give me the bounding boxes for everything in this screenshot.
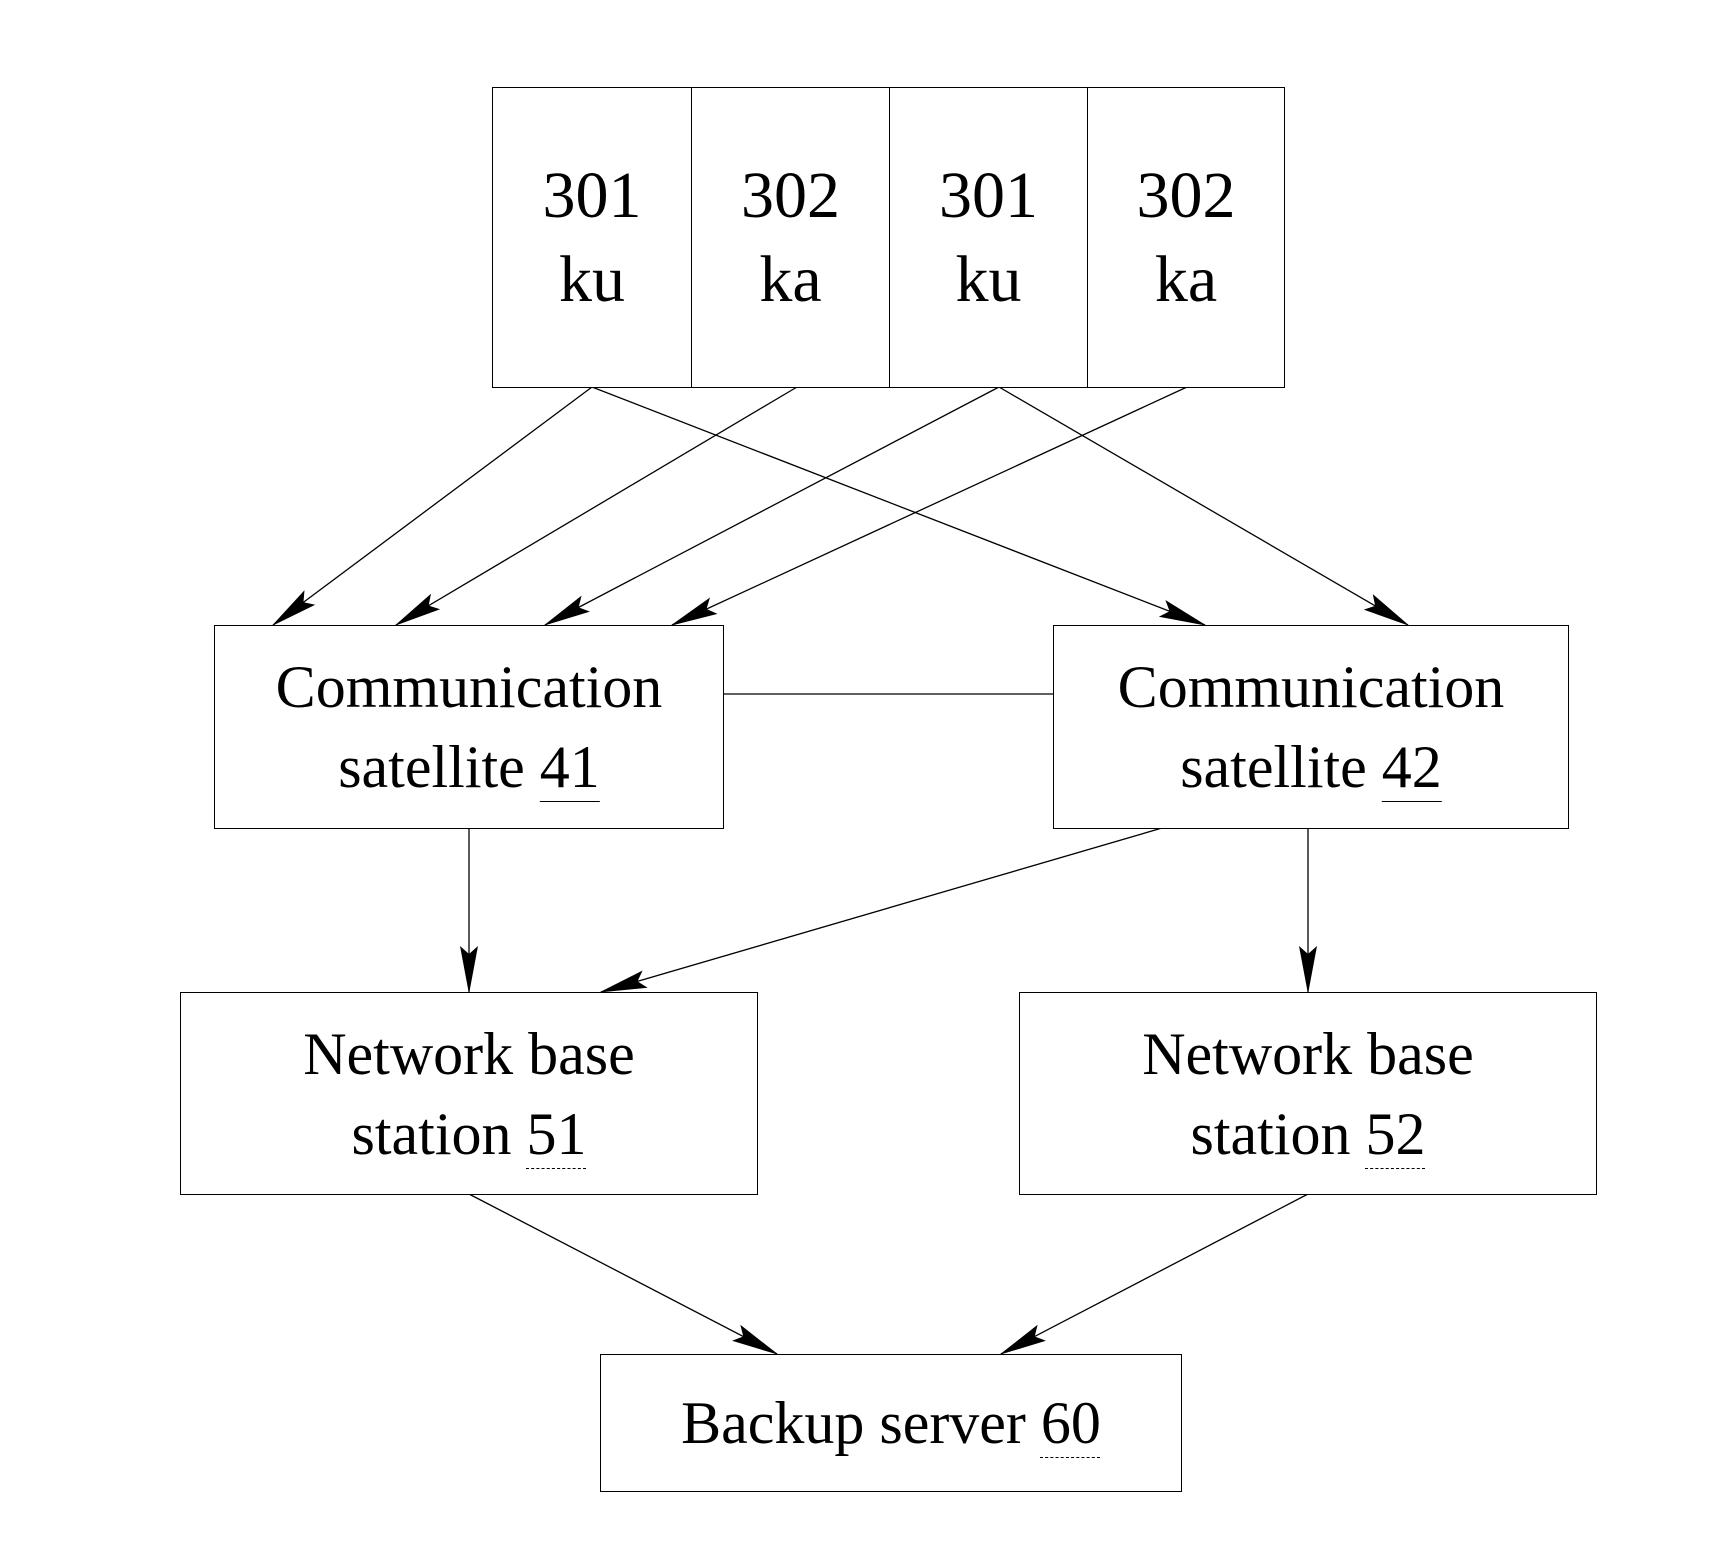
- node-label-line1: Backup server 60: [681, 1383, 1101, 1463]
- node-label-line1: Network base: [303, 1020, 635, 1087]
- cell-band: ka: [1154, 242, 1218, 316]
- node-label-line2: satellite 41: [338, 727, 600, 807]
- antenna-cell-302-ka: 302 ka: [691, 88, 889, 387]
- node-label-line2: station 52: [1191, 1094, 1426, 1174]
- cell-band: ka: [759, 242, 822, 316]
- node-label-text: station: [351, 1100, 512, 1167]
- node-label-line1: Communication: [1117, 654, 1505, 720]
- reference-number: 42: [1381, 734, 1442, 800]
- cell-number: 301: [939, 158, 1038, 232]
- antenna-array: 301 ku 302 ka 301 ku 302 ka: [492, 87, 1285, 388]
- node-label-text: station: [1190, 1100, 1351, 1167]
- node-label-line1: Communication: [275, 654, 663, 720]
- node-label-line1: Network base: [1142, 1020, 1474, 1087]
- arrow-bs52-to-server60: [999, 1193, 1309, 1355]
- node-label-text: satellite: [1180, 734, 1367, 800]
- arrow-sat42-to-bs51: [599, 827, 1163, 993]
- backup-server-60: Backup server 60: [600, 1354, 1182, 1492]
- communication-satellite-41: Communication satellite 41: [214, 625, 724, 829]
- node-label-line2: station 51: [352, 1094, 587, 1174]
- communication-satellite-42: Communication satellite 42: [1053, 625, 1569, 829]
- diagram-canvas: 301 ku 302 ka 301 ku 302 ka Communicatio…: [0, 0, 1734, 1563]
- arrow-cell-1-to-sat41: [271, 386, 593, 627]
- antenna-cell-302-ka: 302 ka: [1087, 88, 1284, 387]
- cell-number: 302: [741, 158, 840, 232]
- reference-number: 52: [1365, 1100, 1426, 1167]
- arrow-cell-3-to-sat42: [998, 386, 1410, 627]
- node-label-line2: satellite 42: [1180, 727, 1442, 807]
- arrow-cell-2-to-sat41: [394, 386, 798, 627]
- antenna-cell-301-ku: 301 ku: [889, 88, 1087, 387]
- antenna-cell-301-ku: 301 ku: [493, 88, 691, 387]
- reference-number: 51: [526, 1100, 587, 1167]
- network-base-station-51: Network base station 51: [180, 992, 758, 1195]
- cell-band: ku: [559, 242, 625, 316]
- arrow-bs51-to-server60: [468, 1193, 779, 1355]
- arrow-cell-1-to-sat42: [591, 386, 1207, 626]
- cell-number: 301: [542, 158, 642, 232]
- node-label-text: Backup server: [681, 1390, 1026, 1456]
- cell-number: 302: [1136, 158, 1236, 232]
- reference-number: 60: [1040, 1390, 1101, 1456]
- network-base-station-52: Network base station 52: [1019, 992, 1597, 1195]
- reference-number: 41: [539, 734, 600, 800]
- node-label-text: satellite: [338, 734, 525, 800]
- cell-band: ku: [955, 242, 1022, 316]
